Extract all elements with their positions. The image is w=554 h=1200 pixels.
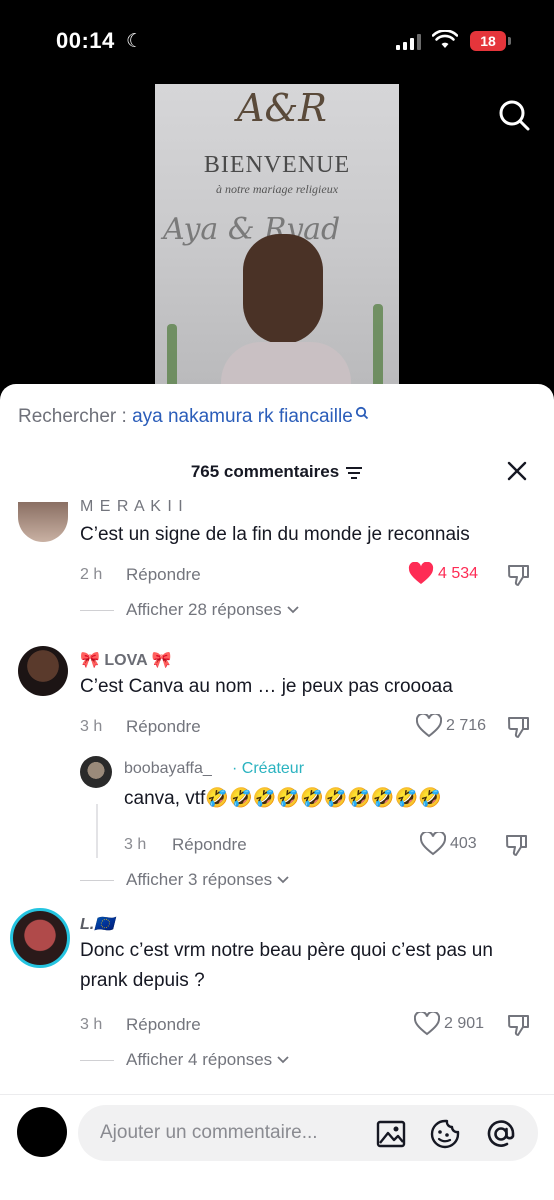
heart-outline-icon xyxy=(414,1012,440,1036)
comment-time: 3 h xyxy=(80,1016,103,1033)
comment-username[interactable]: M E R A K I I xyxy=(80,498,184,516)
reply-button[interactable]: Répondre xyxy=(126,565,201,585)
comment-username[interactable]: L.🇪🇺 xyxy=(80,914,114,934)
thread-line xyxy=(96,804,98,858)
search-suggestion[interactable]: Rechercher : aya nakamura rk fiancaille xyxy=(18,406,369,428)
search-small-icon xyxy=(355,406,368,420)
avatar[interactable] xyxy=(80,756,112,788)
reply-button[interactable]: Répondre xyxy=(172,835,247,855)
reply-item: boobayaffa_ · Créateur canva, vtf🤣🤣🤣🤣🤣🤣🤣… xyxy=(0,756,554,896)
video-person xyxy=(221,234,351,404)
search-icon[interactable] xyxy=(497,98,531,132)
comment-time: 3 h xyxy=(80,718,103,735)
comment-item: M E R A K I I C’est un signe de la fin d… xyxy=(0,494,554,624)
search-suggestion-prefix: Rechercher : xyxy=(18,406,127,427)
comments-header: 765 commentaires xyxy=(0,462,554,482)
comment-username[interactable]: 🎀 LOVA 🎀 xyxy=(80,650,171,670)
reply-username[interactable]: boobayaffa_ xyxy=(124,760,212,778)
creator-badge: · Créateur xyxy=(232,760,305,777)
dislike-icon[interactable] xyxy=(506,562,532,588)
mention-icon[interactable] xyxy=(486,1119,516,1149)
battery-tip xyxy=(508,37,511,45)
like-count: 2 716 xyxy=(446,717,487,734)
like-button[interactable]: 2 716 xyxy=(416,714,486,738)
my-avatar[interactable] xyxy=(17,1107,67,1157)
comment-input-placeholder: Ajouter un commentaire... xyxy=(100,1122,318,1143)
like-count: 4 534 xyxy=(438,565,479,582)
dislike-icon[interactable] xyxy=(506,714,532,740)
like-count: 2 901 xyxy=(444,1015,485,1032)
signal-icon xyxy=(396,34,421,50)
status-bar: 00:14 ☾ 18 xyxy=(0,0,554,80)
video-preview[interactable]: A&R BIENVENUE à notre mariage religieux … xyxy=(155,84,399,404)
reply-time: 3 h xyxy=(124,836,147,853)
reply-button[interactable]: Répondre xyxy=(126,1015,201,1035)
close-icon[interactable] xyxy=(506,460,528,482)
emoji-sticker-icon[interactable] xyxy=(430,1119,460,1149)
comments-count: 765 commentaires xyxy=(190,462,340,481)
heart-filled-icon xyxy=(408,562,434,584)
show-replies-label: Afficher 28 réponses xyxy=(126,600,282,619)
comment-item: L.🇪🇺 Donc c’est vrm notre beau père quoi… xyxy=(0,908,554,1080)
comment-item: 🎀 LOVA 🎀 C’est Canva au nom … je peux pa… xyxy=(0,646,554,756)
comment-time: 2 h xyxy=(80,566,103,583)
show-replies-label: Afficher 4 réponses xyxy=(126,1050,273,1069)
comments-sheet: Rechercher : aya nakamura rk fiancaille … xyxy=(0,384,554,1200)
show-replies-button[interactable]: Afficher 3 réponses xyxy=(80,870,290,890)
chevron-down-icon xyxy=(286,606,299,614)
heart-outline-icon xyxy=(420,832,446,856)
wifi-icon xyxy=(432,30,458,48)
show-replies-label: Afficher 3 réponses xyxy=(126,870,273,889)
image-icon[interactable] xyxy=(376,1119,406,1149)
status-time: 00:14 xyxy=(56,28,115,53)
avatar[interactable] xyxy=(10,908,70,968)
avatar[interactable] xyxy=(18,502,68,542)
chevron-down-icon xyxy=(277,876,289,884)
sort-icon[interactable] xyxy=(345,466,363,480)
comment-text: C’est Canva au nom … je peux pas croooaa xyxy=(80,676,453,697)
dislike-icon[interactable] xyxy=(504,832,530,858)
video-monogram: A&R xyxy=(237,86,327,130)
video-welcome-sign: BIENVENUE xyxy=(203,152,351,178)
moon-icon: ☾ xyxy=(126,31,144,52)
chevron-down-icon xyxy=(277,1056,289,1064)
comment-text: C’est un signe de la fin du monde je rec… xyxy=(80,524,470,545)
show-replies-button[interactable]: Afficher 4 réponses xyxy=(80,1050,290,1070)
show-replies-button[interactable]: Afficher 28 réponses xyxy=(80,600,300,620)
reply-text: canva, vtf🤣🤣🤣🤣🤣🤣🤣🤣🤣🤣 xyxy=(124,788,442,809)
heart-outline-icon xyxy=(416,714,442,738)
like-button[interactable]: 4 534 xyxy=(408,562,478,586)
reply-button[interactable]: Répondre xyxy=(126,717,201,737)
search-suggestion-query[interactable]: aya nakamura rk fiancaille xyxy=(132,406,353,427)
avatar[interactable] xyxy=(18,646,68,696)
dislike-icon[interactable] xyxy=(506,1012,532,1038)
comment-input[interactable]: Ajouter un commentaire... xyxy=(78,1105,538,1161)
video-sign-subtitle: à notre mariage religieux xyxy=(215,182,339,196)
comment-composer: Ajouter un commentaire... xyxy=(0,1094,554,1200)
like-count: 403 xyxy=(450,835,477,852)
like-button[interactable]: 403 xyxy=(420,832,477,856)
like-button[interactable]: 2 901 xyxy=(414,1012,484,1036)
battery-level: 18 xyxy=(470,31,506,51)
comment-text: Donc c’est vrm notre beau père quoi c’es… xyxy=(80,940,493,991)
